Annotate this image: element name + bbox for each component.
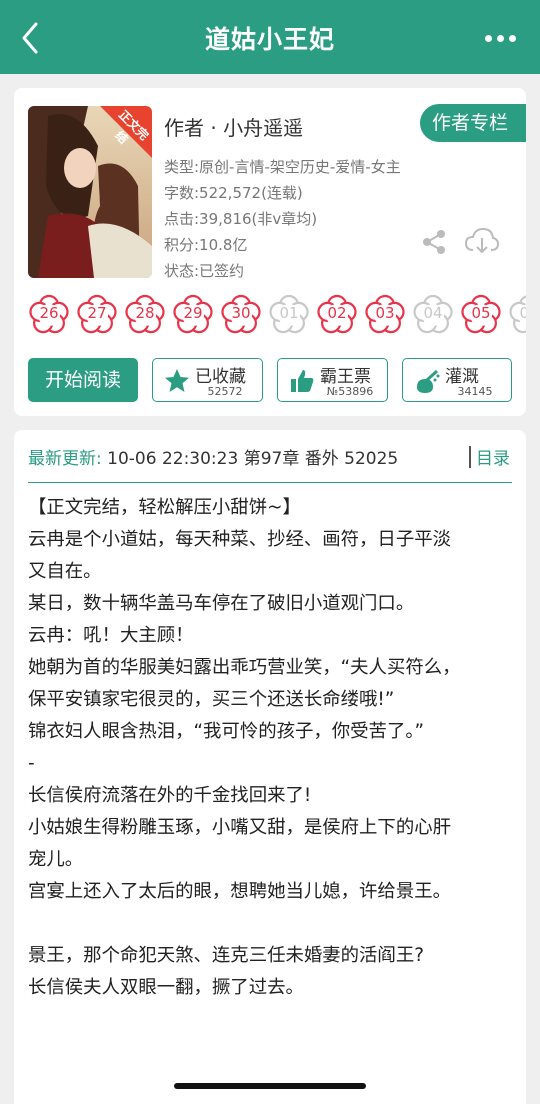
- flower-calendar-row: 26 27 28 29 30 01 02 03 04 05 06: [26, 294, 526, 338]
- irrigate-count: 34145: [457, 385, 493, 398]
- flower-day-label: 05: [471, 304, 491, 322]
- book-cover-image[interactable]: 正文完结: [28, 106, 152, 278]
- synopsis-line: 长信侯夫人双眼一翻，撅了过去。: [28, 977, 304, 998]
- irrigate-label: 灌溉: [445, 367, 479, 387]
- flower-day-label: 01: [279, 304, 299, 322]
- separator: [469, 446, 471, 468]
- author-column-button[interactable]: 作者专栏: [420, 104, 526, 142]
- flower-day-label: 02: [327, 304, 347, 322]
- bawang-ticket-button[interactable]: 霸王票 №53896: [277, 358, 388, 402]
- flower-day-28[interactable]: 28: [124, 294, 166, 336]
- synopsis-line: 云冉是个小道姑，每天种菜、抄经、画符，日子平淡: [28, 529, 451, 550]
- flower-day-05[interactable]: 05: [460, 294, 502, 336]
- irrigate-button[interactable]: 灌溉 34145: [402, 358, 512, 402]
- star-icon: [163, 367, 191, 395]
- synopsis-line: 【正文完结，轻松解压小甜饼~】: [28, 497, 301, 518]
- flower-day-01[interactable]: 01: [268, 294, 310, 336]
- flower-day-label: 03: [375, 304, 395, 322]
- book-info-card: 正文完结 作者 · 小舟遥遥 作者专栏 类型:原创-言情-架空历史-爱情-女主 …: [14, 88, 526, 416]
- thumbs-up-icon: [288, 367, 316, 395]
- flower-day-label: 27: [87, 304, 107, 322]
- synopsis-line: [28, 908, 518, 940]
- synopsis-line: 保平安镇家宅很灵的，买三个还送长命缕哦!”: [28, 689, 395, 710]
- collect-label: 已收藏: [195, 367, 246, 387]
- latest-update-row[interactable]: 最新更新: 10-06 22:30:23 第97章 番外 52025 目录: [28, 444, 512, 474]
- more-options-icon[interactable]: [476, 26, 516, 50]
- flower-day-label: 28: [135, 304, 155, 322]
- latest-update-value: 10-06 22:30:23 第97章 番外 52025: [107, 449, 399, 469]
- book-synopsis: 【正文完结，轻松解压小甜饼~】云冉是个小道姑，每天种菜、抄经、画符，日子平淡 又自…: [28, 492, 518, 1004]
- flower-day-27[interactable]: 27: [76, 294, 118, 336]
- start-reading-button[interactable]: 开始阅读: [28, 358, 138, 402]
- collect-button[interactable]: 已收藏 52572: [152, 358, 263, 402]
- flower-day-02[interactable]: 02: [316, 294, 358, 336]
- synopsis-line: 宠儿。: [28, 849, 84, 870]
- flower-day-26[interactable]: 26: [28, 294, 70, 336]
- table-of-contents-link[interactable]: 目录: [476, 444, 510, 469]
- synopsis-line: 宫宴上还入了太后的眼，想聘她当儿媳，许给景王。: [28, 881, 451, 902]
- author-name[interactable]: 作者 · 小舟遥遥: [164, 112, 303, 141]
- flower-day-06[interactable]: 06: [508, 294, 526, 336]
- book-clicks: 点击:39,816(非v章均): [164, 210, 318, 228]
- book-status: 状态:已签约: [164, 262, 245, 280]
- synopsis-line: 又自在。: [28, 561, 102, 582]
- page-title: 道姑小王妃: [204, 25, 335, 54]
- flower-day-label: 26: [39, 304, 59, 322]
- top-navigation-bar: 道姑小王妃: [0, 0, 540, 74]
- synopsis-line: 小姑娘生得粉雕玉琢，小嘴又甜，是侯府上下的心肝: [28, 817, 451, 838]
- synopsis-line: -: [28, 753, 35, 774]
- divider: [28, 482, 512, 483]
- flower-day-29[interactable]: 29: [172, 294, 214, 336]
- book-points: 积分:10.8亿: [164, 236, 248, 254]
- synopsis-line: 某日，数十辆华盖马车停在了破旧小道观门口。: [28, 593, 415, 614]
- synopsis-line: 景王，那个命犯天煞、连克三任未婚妻的活阎王?: [28, 945, 424, 966]
- book-word-count: 字数:522,572(连载): [164, 184, 303, 202]
- watering-flask-icon: [413, 367, 441, 395]
- latest-update-label: 最新更新:: [28, 449, 102, 469]
- flower-day-30[interactable]: 30: [220, 294, 262, 336]
- bawang-ticket-label: 霸王票: [320, 367, 371, 387]
- download-cloud-icon[interactable]: [464, 226, 500, 256]
- book-genre: 类型:原创-言情-架空历史-爱情-女主: [164, 158, 401, 176]
- flower-day-label: 30: [231, 304, 251, 322]
- flower-day-label: 06: [519, 304, 526, 322]
- flower-day-label: 29: [183, 304, 203, 322]
- flower-day-04[interactable]: 04: [412, 294, 454, 336]
- synopsis-line: 云冉：吼！大主顾！: [28, 625, 194, 646]
- flower-day-03[interactable]: 03: [364, 294, 406, 336]
- flower-day-label: 04: [423, 304, 443, 322]
- synopsis-line: 长信侯府流落在外的千金找回来了!: [28, 785, 312, 806]
- share-icon[interactable]: [420, 228, 448, 256]
- bawang-ticket-count: №53896: [326, 385, 374, 398]
- synopsis-line: 锦衣妇人眼含热泪，“我可怜的孩子，你受苦了。”: [28, 721, 425, 742]
- home-indicator[interactable]: [174, 1083, 366, 1089]
- synopsis-line: 她朝为首的华服美妇露出乖巧营业笑，“夫人买符么，: [28, 657, 461, 678]
- book-description-card: 最新更新: 10-06 22:30:23 第97章 番外 52025 目录 【正…: [14, 430, 526, 1104]
- collect-count: 52572: [207, 385, 243, 398]
